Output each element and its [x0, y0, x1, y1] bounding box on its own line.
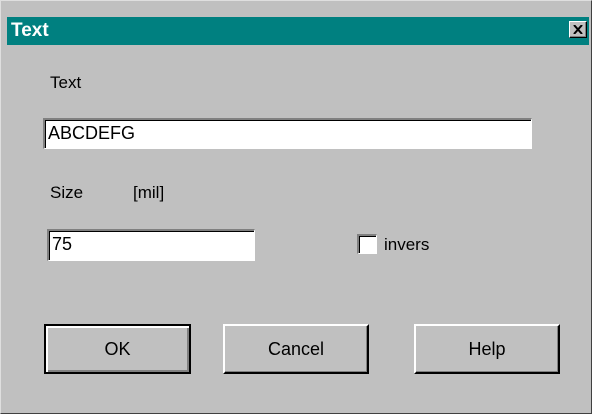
window-title: Text	[11, 20, 49, 41]
text-input[interactable]: ABCDEFG	[43, 118, 532, 149]
close-icon	[573, 25, 583, 34]
ok-button[interactable]: OK	[44, 324, 191, 374]
size-unit-label: [mil]	[133, 183, 165, 202]
title-bar[interactable]: Text	[7, 17, 589, 45]
text-dialog: Text Text ABCDEFG Size [mil] 75 invers O…	[0, 0, 592, 414]
size-input[interactable]: 75	[47, 229, 255, 261]
close-button[interactable]	[569, 21, 587, 38]
invers-label[interactable]: invers	[384, 235, 429, 255]
cancel-button[interactable]: Cancel	[223, 324, 369, 374]
text-label: Text	[50, 73, 82, 92]
size-label: Size	[50, 183, 84, 202]
invers-checkbox[interactable]	[357, 234, 377, 254]
help-button[interactable]: Help	[414, 324, 560, 374]
